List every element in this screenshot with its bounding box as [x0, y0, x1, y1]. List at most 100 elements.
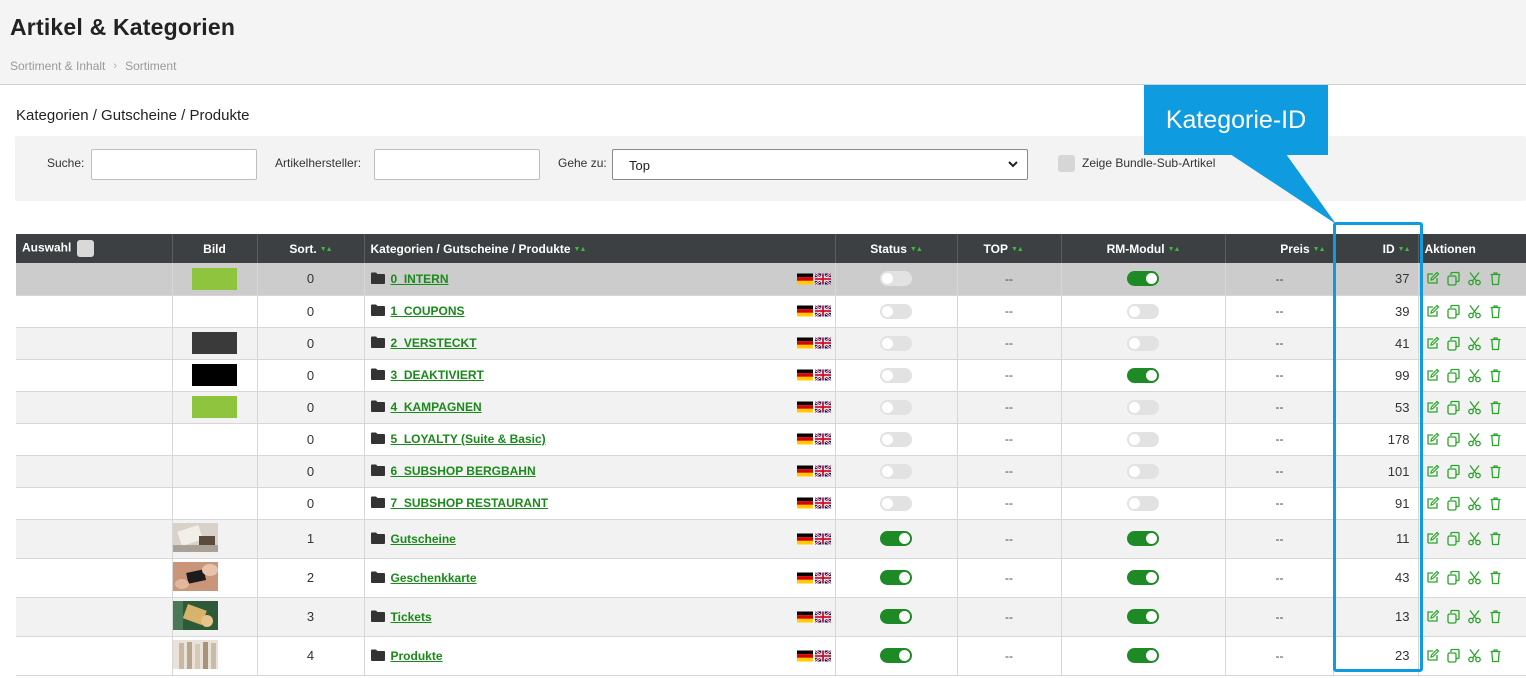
copy-icon[interactable] [1446, 531, 1461, 546]
sort-arrows-icon[interactable]: ▼▲ [1398, 246, 1411, 253]
rm-module-toggle[interactable] [1127, 431, 1159, 447]
manufacturer-input[interactable] [374, 149, 540, 180]
col-header-sort[interactable]: Sort. ▼▲ [257, 234, 365, 263]
edit-icon[interactable] [1425, 609, 1440, 624]
status-toggle[interactable] [880, 271, 912, 287]
flag-de-icon[interactable] [796, 337, 813, 349]
row-selection-cell[interactable] [16, 327, 173, 360]
copy-icon[interactable] [1446, 648, 1461, 663]
table-row[interactable]: 0 2_VERSTECKT -- -- 41 [16, 327, 1526, 360]
breadcrumb-item-sortiment-inhalt[interactable]: Sortiment & Inhalt [10, 59, 105, 73]
edit-icon[interactable] [1425, 531, 1440, 546]
flag-uk-icon[interactable] [814, 650, 831, 661]
select-all-checkbox[interactable] [77, 240, 95, 257]
status-toggle[interactable] [880, 609, 912, 625]
trash-icon[interactable] [1488, 648, 1503, 663]
category-link[interactable]: Produkte [391, 649, 443, 663]
category-link[interactable]: Gutscheine [391, 532, 456, 546]
table-row[interactable]: 0 3_DEAKTIVIERT -- -- 99 [16, 359, 1526, 392]
category-link[interactable]: 4_KAMPAGNEN [391, 400, 482, 414]
table-row[interactable]: 0 6_SUBSHOP BERGBAHN -- -- 101 [16, 455, 1526, 488]
flag-de-icon[interactable] [796, 433, 813, 445]
flag-de-icon[interactable] [796, 497, 813, 509]
table-row[interactable]: 4 Produkte -- -- 23 [16, 636, 1526, 676]
trash-icon[interactable] [1488, 464, 1503, 479]
flag-uk-icon[interactable] [814, 369, 831, 381]
rm-module-toggle[interactable] [1127, 463, 1159, 479]
breadcrumb-item-sortiment[interactable]: Sortiment [125, 59, 176, 73]
category-link[interactable]: 1_COUPONS [391, 304, 465, 318]
rm-module-toggle[interactable] [1127, 648, 1159, 664]
scissors-icon[interactable] [1467, 570, 1482, 585]
sort-arrows-icon[interactable]: ▼▲ [1313, 246, 1326, 253]
flag-uk-icon[interactable] [814, 611, 831, 622]
status-toggle[interactable] [880, 303, 912, 319]
copy-icon[interactable] [1446, 570, 1461, 585]
edit-icon[interactable] [1425, 400, 1440, 415]
trash-icon[interactable] [1488, 368, 1503, 383]
flag-de-icon[interactable] [796, 465, 813, 477]
rm-module-toggle[interactable] [1127, 271, 1159, 287]
copy-icon[interactable] [1446, 496, 1461, 511]
sort-arrows-icon[interactable]: ▼▲ [574, 246, 587, 253]
copy-icon[interactable] [1446, 271, 1461, 287]
sort-arrows-icon[interactable]: ▼▲ [910, 246, 923, 253]
flag-de-icon[interactable] [796, 572, 813, 583]
category-link[interactable]: 6_SUBSHOP BERGBAHN [391, 464, 536, 478]
trash-icon[interactable] [1488, 609, 1503, 624]
scissors-icon[interactable] [1467, 464, 1482, 479]
status-toggle[interactable] [880, 495, 912, 511]
row-selection-cell[interactable] [16, 263, 173, 296]
rm-module-toggle[interactable] [1127, 399, 1159, 415]
trash-icon[interactable] [1488, 570, 1503, 585]
flag-uk-icon[interactable] [814, 533, 831, 544]
copy-icon[interactable] [1446, 432, 1461, 447]
flag-uk-icon[interactable] [814, 572, 831, 583]
status-toggle[interactable] [880, 648, 912, 664]
edit-icon[interactable] [1425, 271, 1440, 286]
scissors-icon[interactable] [1467, 271, 1482, 286]
status-toggle[interactable] [880, 431, 912, 447]
edit-icon[interactable] [1425, 496, 1440, 511]
scissors-icon[interactable] [1467, 496, 1482, 511]
scissors-icon[interactable] [1467, 304, 1482, 319]
scissors-icon[interactable] [1467, 609, 1482, 624]
scissors-icon[interactable] [1467, 531, 1482, 546]
scissors-icon[interactable] [1467, 336, 1482, 351]
row-selection-cell[interactable] [16, 597, 173, 637]
flag-uk-icon[interactable] [814, 497, 831, 509]
status-toggle[interactable] [880, 335, 912, 351]
goto-select[interactable]: Top [612, 149, 1028, 180]
row-selection-cell[interactable] [16, 558, 173, 598]
edit-icon[interactable] [1425, 570, 1440, 585]
table-row[interactable]: 1 Gutscheine -- -- 11 [16, 519, 1526, 559]
flag-de-icon[interactable] [796, 273, 813, 285]
edit-icon[interactable] [1425, 648, 1440, 663]
copy-icon[interactable] [1446, 400, 1461, 415]
edit-icon[interactable] [1425, 464, 1440, 479]
rm-module-toggle[interactable] [1127, 570, 1159, 586]
copy-icon[interactable] [1446, 609, 1461, 624]
category-link[interactable]: 7_SUBSHOP RESTAURANT [391, 496, 549, 510]
row-selection-cell[interactable] [16, 423, 173, 456]
copy-icon[interactable] [1446, 336, 1461, 351]
flag-uk-icon[interactable] [814, 305, 831, 317]
category-link[interactable]: Geschenkkarte [391, 571, 477, 585]
col-header-top[interactable]: TOP ▼▲ [957, 234, 1062, 263]
flag-de-icon[interactable] [796, 305, 813, 317]
copy-icon[interactable] [1446, 464, 1461, 479]
category-link[interactable]: 5_LOYALTY (Suite & Basic) [391, 432, 546, 446]
trash-icon[interactable] [1488, 336, 1503, 351]
flag-uk-icon[interactable] [814, 465, 831, 477]
table-row[interactable]: 0 1_COUPONS -- -- 39 [16, 295, 1526, 328]
bundle-checkbox[interactable] [1058, 155, 1075, 172]
status-toggle[interactable] [880, 463, 912, 479]
rm-module-toggle[interactable] [1127, 367, 1159, 383]
category-link[interactable]: 0_INTERN [391, 272, 449, 286]
status-toggle[interactable] [880, 531, 912, 547]
flag-uk-icon[interactable] [814, 401, 831, 413]
trash-icon[interactable] [1488, 531, 1503, 546]
flag-uk-icon[interactable] [814, 433, 831, 445]
trash-icon[interactable] [1488, 432, 1503, 447]
flag-de-icon[interactable] [796, 369, 813, 381]
